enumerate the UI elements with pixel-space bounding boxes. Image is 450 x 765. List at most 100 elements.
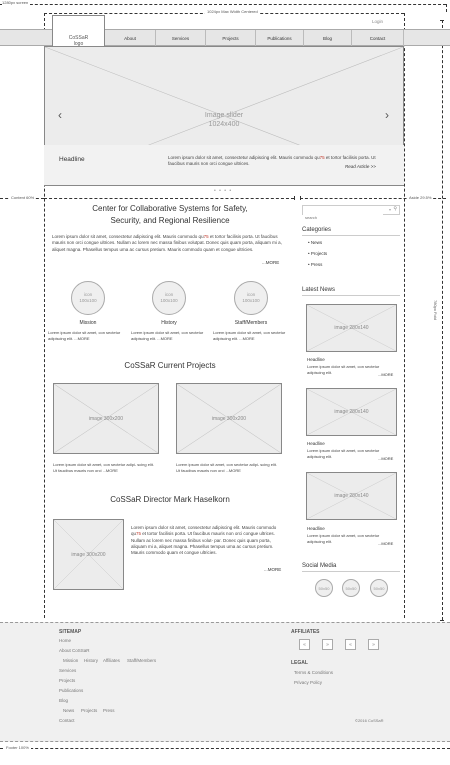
project-image-1-label: image 300x200 xyxy=(88,415,124,422)
sitemap-projects[interactable]: Projects xyxy=(59,678,75,683)
screen-width-label: 1280px screen xyxy=(2,0,31,5)
news-headline-2[interactable]: Headline xyxy=(307,441,325,446)
news-divider xyxy=(302,295,400,296)
history-title[interactable]: History xyxy=(129,320,209,326)
categories-title: Categories xyxy=(302,227,332,233)
copyright-text: ©2016 CoSSaR xyxy=(355,718,384,723)
staff-more-link[interactable]: ...MORE xyxy=(239,336,254,341)
slider-prev-icon[interactable]: ‹ xyxy=(58,108,62,122)
project-text-1: Lorem ipsum dolor sit amet, con sectetur… xyxy=(53,462,154,473)
sitemap-services[interactable]: Services xyxy=(59,668,76,673)
slider-label: Image slider 1024x400 xyxy=(45,111,403,129)
nav-contact[interactable]: Contact xyxy=(351,30,404,47)
screen-edge-line xyxy=(446,4,447,12)
login-link[interactable]: Login xyxy=(372,19,383,24)
affiliate-link-3[interactable]: « xyxy=(345,639,356,650)
category-news[interactable]: • News xyxy=(308,240,322,245)
affiliate-link-4[interactable]: » xyxy=(368,639,379,650)
mission-more-link[interactable]: ...MORE xyxy=(74,336,89,341)
content-width-label: Content 60% xyxy=(10,195,36,200)
right-content-guide xyxy=(404,13,405,618)
slider-caption: Headline Lorem ipsum dolor sit amet, con… xyxy=(44,145,404,185)
sitemap-affiliates[interactable]: Affiliates xyxy=(103,658,120,663)
slider-label-line1: Image slider xyxy=(204,112,244,119)
sitemap-news[interactable]: News xyxy=(63,708,74,713)
nav-publications[interactable]: Publications xyxy=(255,30,303,47)
latest-news-title: Latest News xyxy=(302,287,336,293)
content-tick xyxy=(294,196,295,200)
page-title-line1: Center for Collaborative Systems for Saf… xyxy=(92,204,248,213)
footer-width-line xyxy=(0,748,450,749)
fold-height-label: 780px Fold xyxy=(433,300,438,320)
nav-about[interactable]: About xyxy=(105,30,155,47)
slider-dots[interactable]: • • • • xyxy=(214,188,232,194)
sitemap-press[interactable]: Press xyxy=(103,708,115,713)
project-image-1[interactable]: image 300x200 xyxy=(53,383,159,454)
director-title: CoSSaR Director Mark Haselkorn xyxy=(110,495,230,504)
sitemap-contact[interactable]: Contact xyxy=(59,718,75,723)
project-image-2[interactable]: image 300x200 xyxy=(176,383,282,454)
news-image-1[interactable]: image 280x140 xyxy=(306,304,397,352)
sitemap-history[interactable]: History xyxy=(84,658,98,663)
site-footer: SITEMAP Home About CoSSaR Mission Histor… xyxy=(0,622,450,742)
slider-read-more[interactable]: Read Article >> xyxy=(345,164,376,169)
intro-text: Lorem ipsum dolor sit amet, consectetur … xyxy=(52,234,282,252)
search-box[interactable]: ▾ ⚲ xyxy=(302,205,400,222)
project-2-more-link[interactable]: MORE xyxy=(229,468,241,473)
slider-headline: Headline xyxy=(59,156,85,163)
project-text-2: Lorem ipsum dolor sit amet, con sectetur… xyxy=(176,462,277,473)
history-more-link[interactable]: ...MORE xyxy=(157,336,172,341)
sitemap-about[interactable]: About CoSSaR xyxy=(59,648,90,653)
news-image-2[interactable]: image 280x140 xyxy=(306,388,397,436)
news-more-link-1[interactable]: ...MORE xyxy=(378,372,393,377)
slider-label-line2: 1024x400 xyxy=(208,121,240,128)
director-more-link[interactable]: ...MORE xyxy=(264,567,281,572)
sitemap-blog-projects[interactable]: Projects xyxy=(81,708,97,713)
aside-width-label: Aside 29.5% xyxy=(408,195,433,200)
fold-bottom-tick xyxy=(440,620,444,621)
sitemap-home[interactable]: Home xyxy=(59,638,71,643)
sitemap-publications[interactable]: Publications xyxy=(59,688,83,693)
news-image-1-label: image 280x140 xyxy=(334,325,369,331)
social-divider xyxy=(302,571,400,572)
mission-text: Lorem ipsum dolor sit amet, con sectetur… xyxy=(48,330,121,341)
category-projects[interactable]: • Projects xyxy=(308,251,327,256)
project-1-more-link[interactable]: MORE xyxy=(106,468,118,473)
sitemap-staff[interactable]: Staff/Members xyxy=(127,658,156,663)
search-icon[interactable]: ⚲ xyxy=(393,206,397,212)
staff-text: Lorem ipsum dolor sit amet, con sectetur… xyxy=(213,330,286,341)
mission-title[interactable]: Mission xyxy=(48,320,128,326)
staff-title[interactable]: Staff/Members xyxy=(211,320,291,326)
director-image-label: image 300x200 xyxy=(71,551,106,558)
affiliate-link-1[interactable]: « xyxy=(299,639,310,650)
nav-blog[interactable]: Blog xyxy=(303,30,351,47)
intro-more-link[interactable]: ...MORE xyxy=(262,260,279,265)
sitemap-mission[interactable]: Mission xyxy=(63,658,78,663)
news-headline-1[interactable]: Headline xyxy=(307,357,325,362)
content-width-line xyxy=(44,198,294,199)
news-more-link-2[interactable]: ...MORE xyxy=(378,456,393,461)
history-icon: icon 100x100 xyxy=(152,281,186,315)
footer-width-label: Footer 100% xyxy=(4,745,31,750)
category-press[interactable]: • Press xyxy=(308,262,322,267)
social-icon-3[interactable]: 50x50 xyxy=(370,579,388,597)
social-icon-2[interactable]: 50x50 xyxy=(342,579,360,597)
search-input[interactable] xyxy=(303,213,383,222)
dropdown-icon[interactable]: ▾ xyxy=(389,207,391,212)
news-image-3[interactable]: image 280x140 xyxy=(306,472,397,520)
mission-icon: icon 100x100 xyxy=(71,281,105,315)
nav-projects[interactable]: Projects xyxy=(205,30,255,47)
sitemap-blog[interactable]: Blog xyxy=(59,698,68,703)
social-icon-1[interactable]: 50x50 xyxy=(315,579,333,597)
news-headline-3[interactable]: Headline xyxy=(307,526,325,531)
fold-height-line xyxy=(442,20,443,620)
legal-privacy-link[interactable]: Privacy Policy xyxy=(294,680,322,685)
news-more-link-3[interactable]: ...MORE xyxy=(378,541,393,546)
affiliate-link-2[interactable]: » xyxy=(322,639,333,650)
max-width-label: 1024px Max Width Centered xyxy=(205,9,260,14)
director-text: Lorem ipsum dolor sit amet, consectetur … xyxy=(131,525,277,556)
history-text: Lorem ipsum dolor sit amet, con sectetur… xyxy=(131,330,204,341)
slider-next-icon[interactable]: › xyxy=(385,108,389,122)
legal-terms-link[interactable]: Terms & Conditions xyxy=(294,670,333,675)
nav-services[interactable]: Services xyxy=(155,30,205,47)
